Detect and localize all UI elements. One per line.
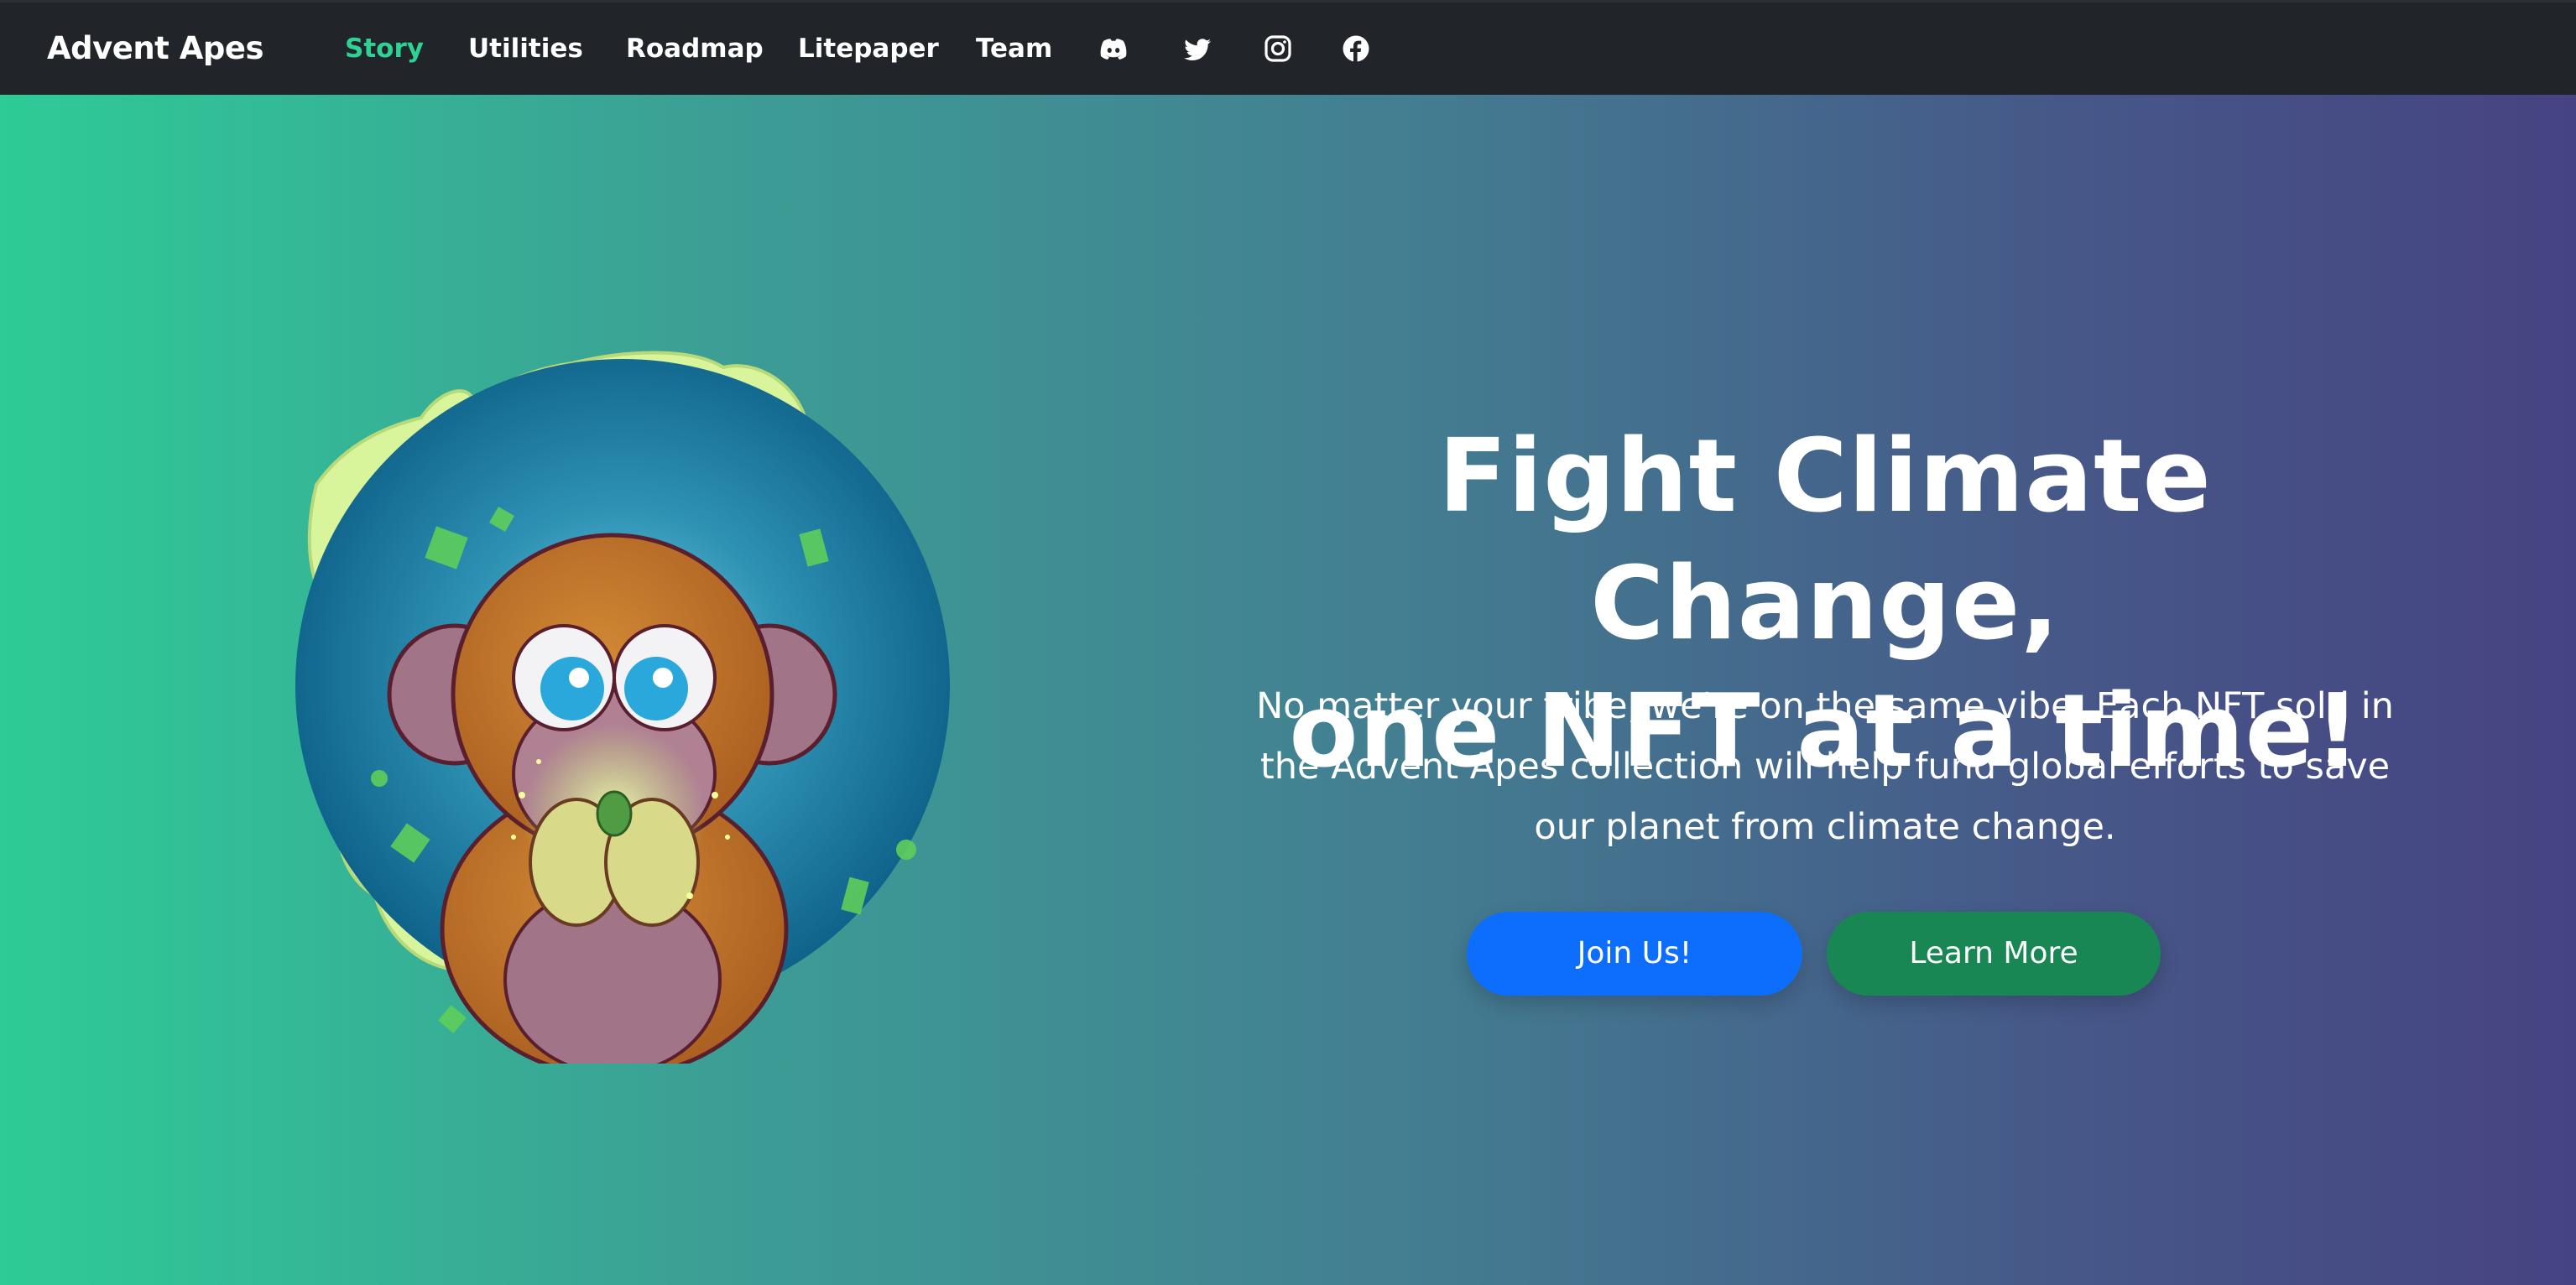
facebook-icon[interactable]	[1342, 34, 1370, 63]
brand-logo[interactable]: Advent Apes	[47, 3, 263, 95]
hero-subtitle: No matter your tribe, we're on the same …	[1256, 685, 2394, 848]
learn-more-button[interactable]: Learn More	[1827, 912, 2161, 996]
twitter-icon[interactable]	[1184, 34, 1212, 63]
nav-link-litepaper[interactable]: Litepaper	[798, 3, 939, 95]
hero-headline-line1: Fight Climate Change,	[1438, 419, 2212, 663]
nav-link-roadmap[interactable]: Roadmap	[626, 3, 764, 95]
nav-link-story[interactable]: Story	[345, 3, 424, 95]
navbar: Advent Apes Story Utilities Roadmap Lite…	[0, 0, 2576, 95]
nav-link-team[interactable]: Team	[976, 3, 1052, 95]
ape-illustration	[295, 351, 950, 1064]
instagram-icon[interactable]	[1264, 34, 1292, 63]
join-us-button[interactable]: Join Us!	[1467, 912, 1802, 996]
hero-section: Fight Climate Change, one NFT at a time!…	[0, 95, 2576, 1285]
discord-icon[interactable]	[1099, 34, 1128, 63]
nav-link-utilities[interactable]: Utilities	[468, 3, 583, 95]
